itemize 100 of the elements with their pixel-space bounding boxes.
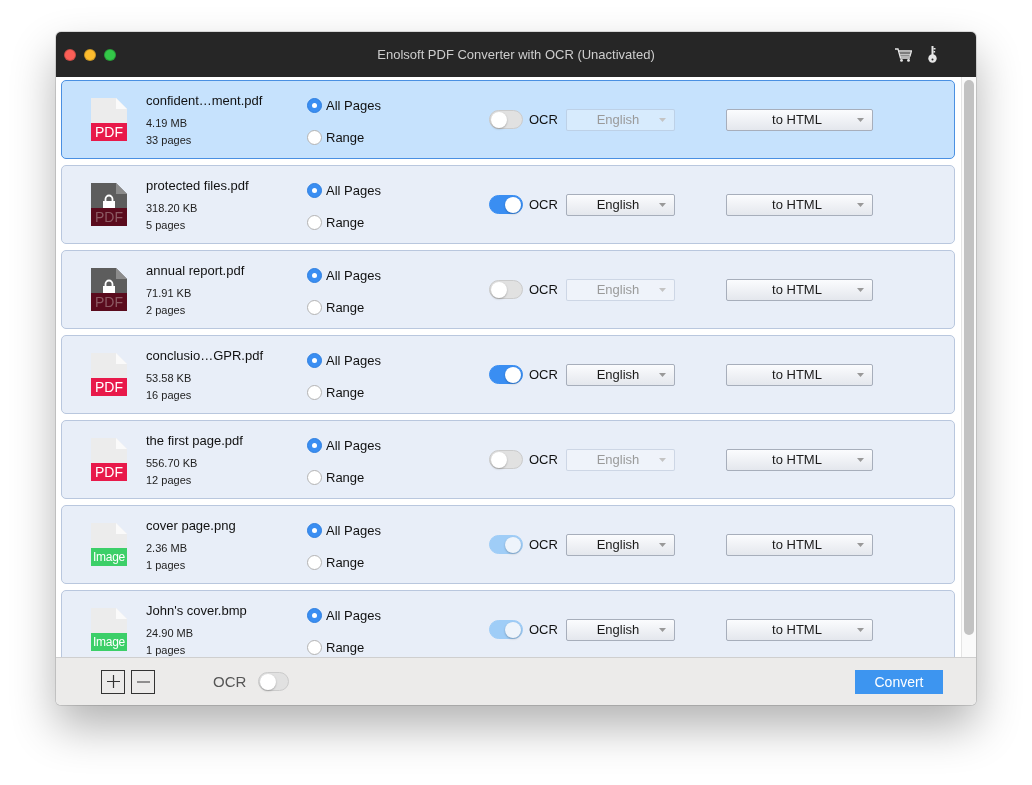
language-dropdown[interactable]: English bbox=[566, 193, 675, 216]
page-count: 2 pages bbox=[146, 304, 187, 316]
page-icon bbox=[91, 353, 127, 378]
plus-icon bbox=[106, 675, 120, 688]
ocr-label: OCR bbox=[529, 367, 558, 382]
ocr-toggle[interactable] bbox=[258, 672, 290, 691]
file-name: John's cover.bmp bbox=[146, 603, 248, 619]
page-option-radio[interactable]: Range bbox=[307, 553, 365, 571]
ocr-label: OCR bbox=[529, 537, 558, 552]
page-option-radio[interactable]: Range bbox=[307, 468, 365, 486]
file-type-label: Image bbox=[91, 633, 127, 651]
caret-icon bbox=[857, 117, 864, 122]
page-count: 12 pages bbox=[146, 474, 193, 486]
caret-icon bbox=[659, 202, 666, 207]
close-button[interactable] bbox=[64, 48, 76, 61]
page-icon bbox=[91, 608, 127, 633]
ocr-label: OCR bbox=[529, 622, 558, 637]
file-name: conclusio…GPR.pdf bbox=[146, 348, 265, 364]
minimize-button[interactable] bbox=[84, 48, 96, 61]
key-icon[interactable] bbox=[928, 46, 937, 63]
page-option-radio[interactable]: Range bbox=[307, 128, 365, 146]
caret-icon bbox=[659, 117, 666, 122]
cart-icon[interactable] bbox=[895, 47, 912, 62]
page-option-radio[interactable]: Range bbox=[307, 638, 365, 656]
file-name: protected files.pdf bbox=[146, 178, 250, 194]
ocr-toggle[interactable] bbox=[489, 280, 523, 299]
file-type-label: PDF bbox=[91, 293, 127, 311]
file-size: 2.36 MB bbox=[146, 541, 188, 555]
caret-icon bbox=[659, 542, 666, 547]
format-dropdown[interactable]: to HTML bbox=[726, 363, 873, 386]
page-icon bbox=[91, 523, 127, 548]
page-option-radio[interactable]: All Pages bbox=[307, 606, 381, 624]
file-type-label: PDF bbox=[91, 378, 127, 396]
page-option-radio[interactable]: Range bbox=[307, 383, 365, 401]
file-size: 24.90 MB bbox=[146, 626, 195, 640]
caret-icon bbox=[659, 287, 666, 292]
format-dropdown[interactable]: to HTML bbox=[726, 533, 873, 556]
ocr-label: OCR bbox=[529, 112, 558, 127]
language-dropdown[interactable]: English bbox=[566, 363, 675, 386]
language-dropdown[interactable]: English bbox=[566, 618, 675, 641]
zoom-button[interactable] bbox=[104, 48, 116, 61]
file-name: confident…ment.pdf bbox=[146, 93, 264, 109]
caret-icon bbox=[659, 457, 666, 462]
file-type-label: PDF bbox=[91, 463, 127, 481]
page-option-radio[interactable]: All Pages bbox=[307, 266, 381, 284]
page-option-radio[interactable]: All Pages bbox=[307, 181, 381, 199]
locked-page-icon bbox=[91, 183, 127, 208]
caret-icon bbox=[857, 372, 864, 377]
page-count: 33 pages bbox=[146, 134, 193, 146]
caret-icon bbox=[857, 287, 864, 292]
remove-button[interactable] bbox=[131, 669, 155, 694]
language-dropdown[interactable]: English bbox=[566, 533, 675, 556]
file-size: 4.19 MB bbox=[146, 116, 188, 130]
ocr-label: OCR bbox=[213, 673, 247, 690]
ocr-toggle[interactable] bbox=[489, 195, 523, 214]
window-title: Enolsoft PDF Converter with OCR (Unactivated) bbox=[377, 47, 655, 62]
page-count: 1 pages bbox=[146, 559, 187, 571]
file-size: 318.20 KB bbox=[146, 201, 199, 215]
file-name: annual report.pdf bbox=[146, 263, 246, 279]
file-size: 556.70 KB bbox=[146, 456, 199, 470]
file-name: the first page.pdf bbox=[146, 433, 244, 449]
page-count: 1 pages bbox=[146, 644, 187, 656]
format-dropdown[interactable]: to HTML bbox=[726, 278, 873, 301]
file-name: cover page.png bbox=[146, 518, 237, 534]
page-count: 5 pages bbox=[146, 219, 187, 231]
ocr-toggle[interactable] bbox=[489, 450, 523, 469]
file-type-label: Image bbox=[91, 548, 127, 566]
format-dropdown[interactable]: to HTML bbox=[726, 618, 873, 641]
file-row[interactable]: PDF protected files.pdf 318.20 KB 5 pages All Pages Range OCR English to HTML bbox=[61, 165, 955, 244]
ocr-label: OCR bbox=[529, 197, 558, 212]
file-size: 71.91 KB bbox=[146, 286, 193, 300]
caret-icon bbox=[857, 202, 864, 207]
page-option-radio[interactable]: Range bbox=[307, 298, 365, 316]
format-dropdown[interactable]: to HTML bbox=[726, 448, 873, 471]
file-row[interactable]: PDF conclusio…GPR.pdf 53.58 KB 16 pages All Pages Range OCR English to HTML bbox=[61, 335, 955, 414]
caret-icon bbox=[857, 542, 864, 547]
page-option-radio[interactable]: Range bbox=[307, 213, 365, 231]
ocr-toggle[interactable] bbox=[489, 110, 523, 129]
scrollbar-thumb[interactable] bbox=[964, 80, 974, 635]
ocr-label: OCR bbox=[529, 452, 558, 467]
caret-icon bbox=[659, 627, 666, 632]
page-option-radio[interactable]: All Pages bbox=[307, 521, 381, 539]
add-button[interactable] bbox=[101, 669, 125, 694]
page-option-radio[interactable]: All Pages bbox=[307, 436, 381, 454]
file-size: 53.58 KB bbox=[146, 371, 193, 385]
page-icon bbox=[91, 438, 127, 463]
ocr-toggle[interactable] bbox=[489, 365, 523, 384]
format-dropdown[interactable]: to HTML bbox=[726, 193, 873, 216]
minus-icon bbox=[136, 680, 150, 683]
caret-icon bbox=[659, 372, 666, 377]
locked-page-icon bbox=[91, 268, 127, 293]
ocr-label: OCR bbox=[529, 282, 558, 297]
file-type-label: PDF bbox=[91, 208, 127, 226]
page-option-radio[interactable]: All Pages bbox=[307, 96, 381, 114]
file-type-label: PDF bbox=[91, 123, 127, 141]
caret-icon bbox=[857, 457, 864, 462]
page-option-radio[interactable]: All Pages bbox=[307, 351, 381, 369]
caret-icon bbox=[857, 627, 864, 632]
format-dropdown[interactable]: to HTML bbox=[726, 108, 873, 131]
page-icon bbox=[91, 98, 127, 123]
